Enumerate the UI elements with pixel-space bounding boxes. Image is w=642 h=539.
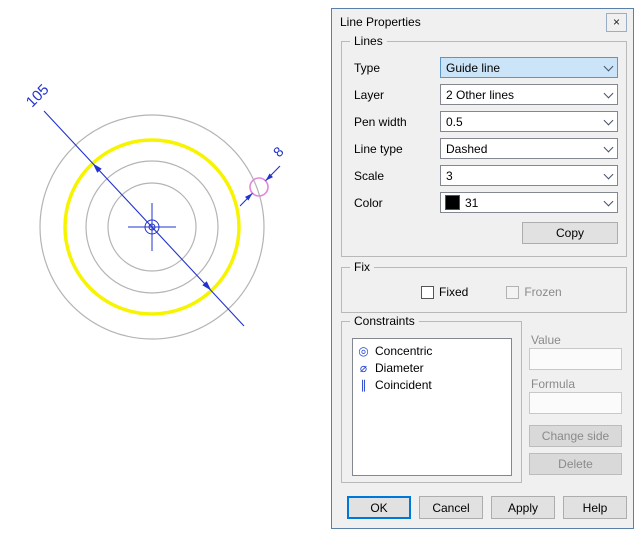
- fix-group-label: Fix: [350, 260, 374, 274]
- constraint-item-coincident[interactable]: ∥ Coincident: [355, 376, 509, 393]
- chevron-down-icon: [600, 147, 617, 151]
- frozen-checkbox: [506, 286, 519, 299]
- constraint-item-concentric[interactable]: ◎ Concentric: [355, 342, 509, 359]
- drawing-canvas[interactable]: 105 8: [0, 0, 331, 536]
- constraints-listbox[interactable]: ◎ Concentric ⌀ Diameter ∥ Coincident: [352, 338, 512, 476]
- dimension-text-large: 105: [23, 81, 53, 111]
- type-combobox[interactable]: Guide line: [440, 57, 618, 78]
- type-combobox-value: Guide line: [441, 61, 600, 75]
- color-combobox-value: 31: [460, 196, 600, 210]
- constraint-label: Coincident: [375, 378, 432, 392]
- layer-combobox[interactable]: 2 Other lines: [440, 84, 618, 105]
- lines-group: Lines Type Guide line Layer 2 Other line…: [341, 41, 627, 257]
- cancel-button[interactable]: Cancel: [419, 496, 483, 519]
- constraint-label: Diameter: [375, 361, 424, 375]
- fix-group: Fix Fixed Frozen: [341, 267, 627, 313]
- chevron-down-icon: [600, 120, 617, 124]
- chevron-down-icon: [600, 201, 617, 205]
- diameter-icon: ⌀: [357, 361, 370, 375]
- layer-label: Layer: [354, 88, 384, 102]
- pen-width-combobox[interactable]: 0.5: [440, 111, 618, 132]
- close-icon: ×: [613, 16, 620, 28]
- chevron-down-icon: [600, 66, 617, 70]
- delete-button: Delete: [529, 453, 622, 475]
- lines-group-label: Lines: [350, 34, 387, 48]
- scale-label: Scale: [354, 169, 384, 183]
- value-input: [529, 348, 622, 370]
- chevron-down-icon: [600, 174, 617, 178]
- color-combobox[interactable]: 31: [440, 192, 618, 213]
- line-type-combobox[interactable]: Dashed: [440, 138, 618, 159]
- constraint-item-diameter[interactable]: ⌀ Diameter: [355, 359, 509, 376]
- help-button[interactable]: Help: [563, 496, 627, 519]
- frozen-checkbox-label: Frozen: [524, 285, 561, 299]
- apply-button[interactable]: Apply: [491, 496, 555, 519]
- change-side-button: Change side: [529, 425, 622, 447]
- fixed-checkbox-row[interactable]: Fixed: [421, 285, 468, 299]
- color-label: Color: [354, 196, 383, 210]
- copy-button[interactable]: Copy: [522, 222, 618, 244]
- scale-combobox-value: 3: [441, 169, 600, 183]
- pen-width-combobox-value: 0.5: [441, 115, 600, 129]
- dialog-titlebar[interactable]: Line Properties ×: [332, 9, 633, 35]
- value-label: Value: [531, 333, 561, 347]
- constraints-group: Constraints ◎ Concentric ⌀ Diameter ∥ Co…: [341, 321, 522, 483]
- dialog-title: Line Properties: [340, 15, 421, 29]
- diameter-dimension-8[interactable]: 8: [240, 143, 287, 206]
- constraints-group-label: Constraints: [350, 314, 419, 328]
- chevron-down-icon: [600, 93, 617, 97]
- line-type-combobox-value: Dashed: [441, 142, 600, 156]
- fixed-checkbox[interactable]: [421, 286, 434, 299]
- dialog-footer: OK Cancel Apply Help: [347, 496, 627, 519]
- ok-button[interactable]: OK: [347, 496, 411, 519]
- line-type-label: Line type: [354, 142, 403, 156]
- formula-input: [529, 392, 622, 414]
- layer-combobox-value: 2 Other lines: [441, 88, 600, 102]
- pen-width-label: Pen width: [354, 115, 407, 129]
- frozen-checkbox-row: Frozen: [506, 285, 561, 299]
- fixed-checkbox-label: Fixed: [439, 285, 468, 299]
- concentric-icon: ◎: [357, 344, 370, 358]
- constraint-side-panel: Value Formula Change side Delete: [529, 321, 625, 483]
- constraint-label: Concentric: [375, 344, 432, 358]
- dimension-text-small: 8: [270, 143, 287, 160]
- line-properties-dialog: Line Properties × Lines Type Guide line …: [331, 8, 634, 529]
- color-swatch: [445, 195, 460, 210]
- type-label: Type: [354, 61, 380, 75]
- coincident-icon: ∥: [357, 378, 370, 392]
- formula-label: Formula: [531, 377, 575, 391]
- close-button[interactable]: ×: [606, 13, 627, 32]
- geometry-svg: 105 8: [0, 0, 331, 536]
- scale-combobox[interactable]: 3: [440, 165, 618, 186]
